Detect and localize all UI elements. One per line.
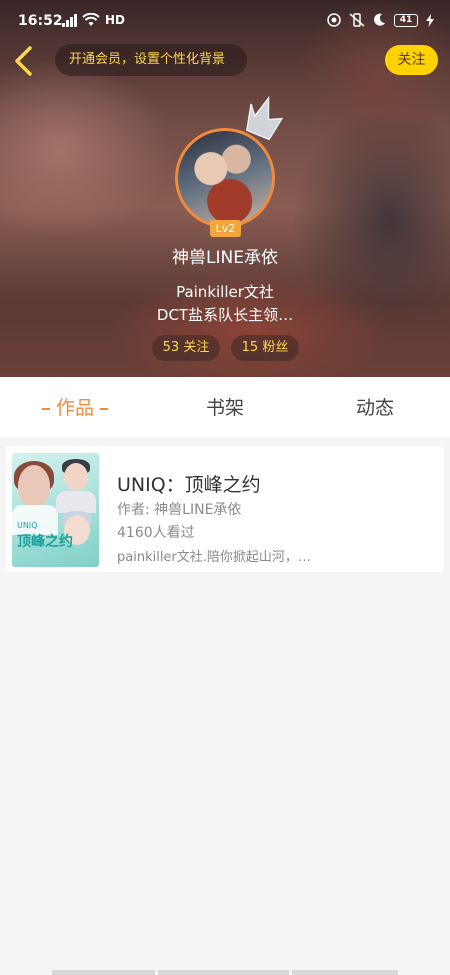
work-card[interactable]: UNIQ 顶峰之约 UNIQ：顶峰之约 作者: 神兽LINE承依 4160人看过… [6, 446, 444, 572]
charging-icon [426, 13, 434, 27]
hd-label: HD [105, 13, 126, 27]
cover-prefix: UNIQ [17, 521, 38, 530]
fans-count[interactable]: 15 粉丝 [231, 335, 299, 361]
follow-button[interactable]: 关注 [385, 45, 438, 75]
profile-header: 16:52 HD 41 开通会员，设置个性化背景 关注 Lv2 神兽LINE承依… [0, 0, 450, 377]
book-cover[interactable]: UNIQ 顶峰之约 [12, 453, 99, 567]
work-views: 4160人看过 [117, 525, 195, 541]
following-count[interactable]: 53 关注 [152, 335, 220, 361]
work-title[interactable]: UNIQ：顶峰之约 [117, 470, 261, 497]
chevron-left-icon [15, 46, 32, 76]
work-author: 作者: 神兽LINE承依 [117, 502, 242, 518]
username: 神兽LINE承依 [172, 248, 278, 268]
profile-tabs: 作品 书架 动态 [0, 377, 450, 437]
nav-bar-segment [52, 970, 155, 975]
nav-bar-segment [292, 970, 398, 975]
cellular-signal-icon [62, 13, 77, 27]
screen-record-icon [327, 13, 341, 27]
work-description: painkiller文社.陪你掀起山河，… [117, 550, 311, 565]
tab-bookshelf-label: 书架 [205, 397, 244, 419]
status-bar: 16:52 HD 41 [0, 0, 450, 44]
back-button[interactable] [10, 44, 38, 78]
tab-works[interactable]: 作品 [0, 377, 150, 437]
works-list: UNIQ 顶峰之约 UNIQ：顶峰之约 作者: 神兽LINE承依 4160人看过… [0, 437, 450, 975]
status-right-icons: 41 [327, 13, 434, 27]
vibrate-off-icon [349, 13, 365, 27]
nav-bar-segment [158, 970, 289, 975]
bio-line-2: DCT盐系队长主领… [156, 306, 294, 324]
moon-icon [374, 13, 385, 26]
battery-icon: 41 [394, 13, 418, 27]
tab-active-indicator [41, 407, 50, 410]
vip-banner[interactable]: 开通会员，设置个性化背景 [55, 44, 247, 76]
level-badge: Lv2 [210, 220, 241, 237]
wifi-icon [82, 13, 100, 26]
status-time: 16:52 [18, 13, 63, 29]
tab-active-indicator [100, 407, 108, 410]
tab-activity-label: 动态 [355, 397, 394, 419]
bio-line-1: Painkiller文社 [176, 283, 274, 301]
status-left-icons: HD [62, 13, 125, 27]
avatar-image [175, 128, 275, 228]
tab-activity[interactable]: 动态 [300, 377, 450, 437]
cover-title: 顶峰之约 [17, 534, 73, 550]
tab-bookshelf[interactable]: 书架 [150, 377, 300, 437]
tab-works-label: 作品 [55, 397, 94, 419]
avatar[interactable] [175, 128, 275, 228]
